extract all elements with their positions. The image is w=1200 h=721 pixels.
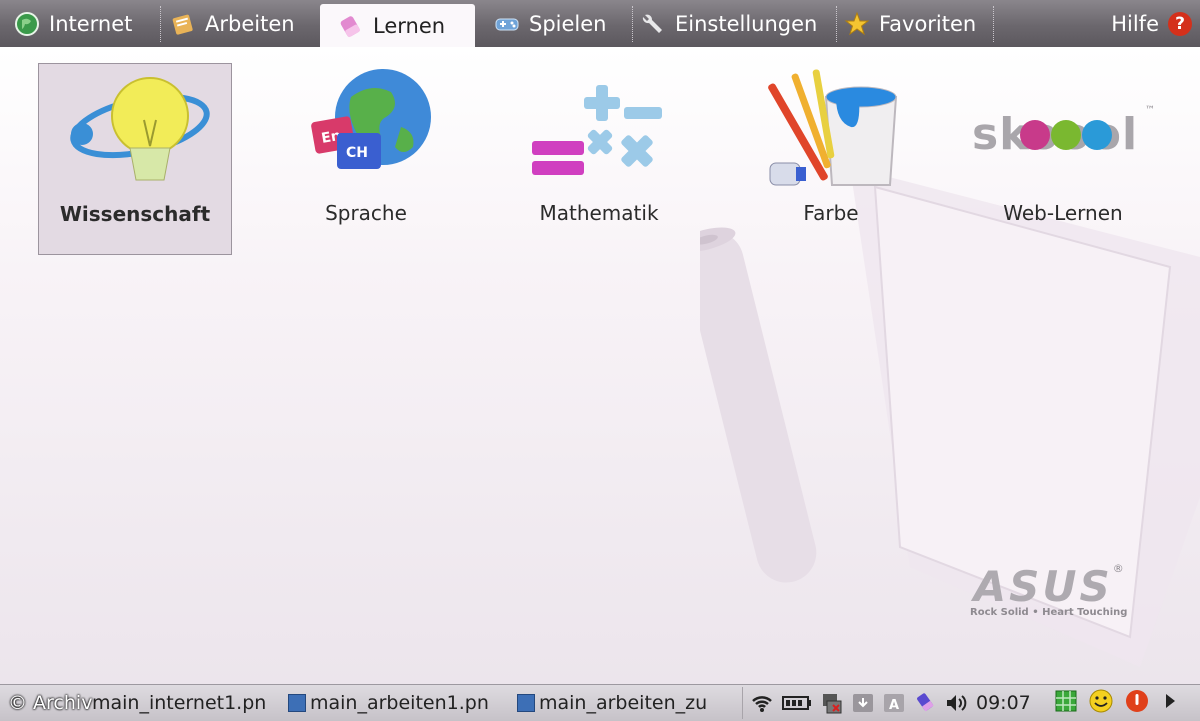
registered-mark: ® bbox=[1112, 562, 1124, 575]
globe-icon bbox=[14, 11, 40, 37]
language-badge-ch: CH bbox=[346, 145, 368, 161]
clock[interactable]: 09:07 bbox=[976, 692, 1031, 714]
trademark-mark: ™ bbox=[1145, 105, 1155, 116]
copyright-watermark: © Archiv bbox=[8, 692, 93, 714]
tab-einstellungen[interactable]: Einstellungen bbox=[640, 0, 817, 47]
window-label: main_internet1.pn bbox=[92, 692, 267, 714]
app-label: Farbe bbox=[803, 201, 859, 225]
app-label: Wissenschaft bbox=[59, 202, 211, 226]
math-symbols-icon bbox=[532, 85, 662, 175]
system-tray: A 09:07 bbox=[742, 687, 1047, 719]
app-farbe[interactable]: Farbe bbox=[734, 63, 928, 255]
tab-label: Lernen bbox=[373, 13, 446, 38]
tab-arbeiten[interactable]: Arbeiten bbox=[170, 0, 295, 47]
taskbar-window-item[interactable]: main_internet1.pn bbox=[92, 685, 266, 721]
grid-icon[interactable] bbox=[1055, 690, 1077, 716]
volume-icon[interactable] bbox=[945, 692, 967, 714]
tray-right bbox=[1055, 687, 1179, 719]
app-wissenschaft[interactable]: Wissenschaft bbox=[38, 63, 232, 255]
question-icon: ? bbox=[1168, 11, 1192, 36]
help-button[interactable]: Hilfe ? bbox=[1111, 0, 1192, 47]
arrow-right-icon[interactable] bbox=[1161, 690, 1179, 716]
power-icon[interactable] bbox=[1125, 689, 1149, 717]
globe-language-icon: En CH bbox=[311, 69, 431, 169]
tab-label: Spielen bbox=[529, 11, 607, 36]
tab-label: Favoriten bbox=[879, 11, 977, 36]
tab-spielen[interactable]: Spielen bbox=[494, 0, 606, 47]
svg-text:A: A bbox=[889, 698, 899, 713]
app-label: Sprache bbox=[325, 201, 407, 225]
lightbulb-icon bbox=[70, 77, 210, 181]
app-label: Web-Lernen bbox=[1003, 201, 1123, 225]
wrench-icon bbox=[640, 11, 666, 37]
tab-label: Einstellungen bbox=[675, 11, 818, 36]
app-sprache[interactable]: En CH Sprache bbox=[269, 63, 463, 255]
star-icon bbox=[844, 11, 870, 37]
tab-internet[interactable]: Internet bbox=[14, 0, 132, 47]
app-launcher-area: Wissenschaft En CH Sprache Mathematik Fa… bbox=[0, 47, 1200, 684]
taskbar-window-item[interactable]: main_arbeiten1.pn bbox=[288, 685, 489, 721]
asus-brand: ASUS® Rock Solid • Heart Touching bbox=[970, 562, 1127, 618]
input-method-icon[interactable]: A bbox=[883, 692, 905, 714]
app-mathematik[interactable]: Mathematik bbox=[502, 63, 696, 255]
help-label: Hilfe bbox=[1111, 11, 1159, 36]
gamepad-icon bbox=[494, 11, 520, 37]
tab-label: Arbeiten bbox=[205, 11, 295, 36]
eraser-icon[interactable] bbox=[914, 692, 936, 714]
window-label: main_arbeiten_zu bbox=[539, 692, 708, 714]
skoool-logo: skoool ™ bbox=[972, 105, 1155, 160]
taskbar-window-item[interactable]: main_arbeiten_zu bbox=[517, 685, 707, 721]
tab-favoriten[interactable]: Favoriten bbox=[844, 0, 976, 47]
asus-logo: ASUS® bbox=[970, 562, 1127, 611]
document-icon bbox=[170, 11, 196, 37]
keyboard-icon[interactable] bbox=[852, 692, 874, 714]
asus-logo-text: ASUS bbox=[973, 562, 1113, 611]
smiley-icon[interactable] bbox=[1089, 689, 1113, 717]
asus-tagline: Rock Solid • Heart Touching bbox=[970, 607, 1128, 618]
window-icon bbox=[517, 694, 535, 712]
battery-icon[interactable] bbox=[782, 692, 812, 714]
eraser-icon bbox=[338, 13, 364, 39]
app-web-lernen[interactable]: skoool ™ Web-Lernen bbox=[966, 63, 1160, 255]
app-label: Mathematik bbox=[539, 201, 659, 225]
paint-bucket-icon bbox=[768, 69, 898, 186]
tab-lernen[interactable]: Lernen bbox=[320, 4, 475, 47]
tab-label: Internet bbox=[49, 11, 133, 36]
taskbar: main_internet1.pn main_arbeiten1.pn main… bbox=[0, 684, 1200, 721]
window-icon bbox=[288, 694, 306, 712]
network-icon[interactable] bbox=[821, 692, 843, 714]
wifi-icon[interactable] bbox=[751, 692, 773, 714]
top-tab-bar: Internet Arbeiten Lernen Spielen Einstel… bbox=[0, 0, 1200, 47]
window-label: main_arbeiten1.pn bbox=[310, 692, 489, 714]
